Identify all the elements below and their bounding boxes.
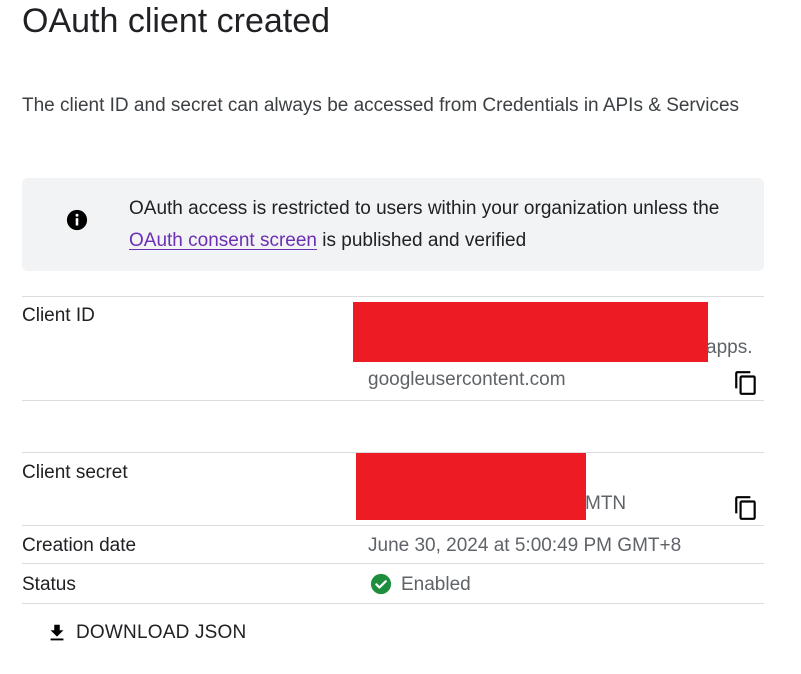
download-icon <box>50 624 64 641</box>
download-json-label: DOWNLOAD JSON <box>76 622 247 643</box>
info-text-after: is published and verified <box>317 230 527 251</box>
divider <box>22 525 764 526</box>
copy-client-id-button[interactable] <box>733 370 759 396</box>
client-id-value-suffix: apps. <box>706 337 753 358</box>
client-id-redaction <box>353 302 708 362</box>
oauth-consent-screen-link[interactable]: OAuth consent screen <box>129 230 317 251</box>
copy-client-secret-button[interactable] <box>733 495 759 521</box>
info-banner-text: OAuth access is restricted to users with… <box>129 193 749 257</box>
status-label: Status <box>22 574 76 595</box>
creation-date-label: Creation date <box>22 535 137 556</box>
info-icon <box>66 209 88 231</box>
divider <box>22 400 764 401</box>
check-circle-icon <box>370 573 392 595</box>
divider <box>22 603 764 604</box>
download-json-button[interactable]: DOWNLOAD JSON <box>38 615 254 651</box>
page-description: The client ID and secret can always be a… <box>22 95 740 116</box>
client-id-value-domain: googleusercontent.com <box>368 369 566 390</box>
page-title: OAuth client created <box>22 2 331 40</box>
client-id-label: Client ID <box>22 305 95 326</box>
client-secret-value-suffix: MTN <box>585 493 627 514</box>
creation-date-value: June 30, 2024 at 5:00:49 PM GMT+8 <box>368 535 682 556</box>
divider <box>22 563 764 564</box>
status-value: Enabled <box>401 574 471 595</box>
info-text-before: OAuth access is restricted to users with… <box>129 198 720 219</box>
info-banner: OAuth access is restricted to users with… <box>22 178 764 271</box>
divider <box>22 296 764 297</box>
client-secret-redaction <box>356 453 586 520</box>
client-secret-label: Client secret <box>22 462 128 483</box>
